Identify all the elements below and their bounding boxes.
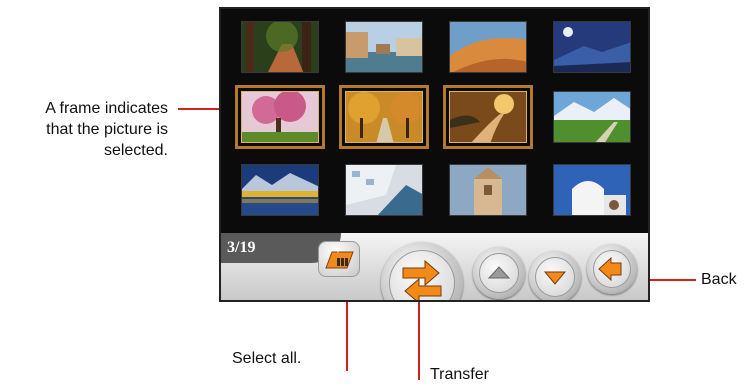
select-all-icon: + [325,246,354,269]
callout-frame-note: A frame indicates that the picture is se… [0,98,168,161]
thumbnail-mountain-valley[interactable] [553,91,631,143]
transfer-icon [402,259,442,300]
callout-frame-line-3: selected. [103,142,168,159]
up-arrow-icon [487,266,511,279]
thumbnail-forest-path[interactable] [241,21,319,73]
transfer-leader-line [418,294,420,380]
down-arrow-icon [543,271,567,285]
svg-text:+: + [335,246,341,257]
thumbnail-autumn-avenue[interactable] [339,85,429,149]
thumbnail-venice-canal[interactable] [345,21,423,73]
callout-transfer: Transfer [430,366,489,383]
thumbnail-white-chapel[interactable] [553,164,631,216]
thumbnail-country-road[interactable] [443,85,533,149]
callout-select-all: Select all. [232,350,302,367]
back-arrow-icon [598,256,622,282]
page-up-button[interactable] [473,247,525,299]
select-all-button[interactable]: + [318,241,360,277]
callout-back: Back [701,271,737,288]
thumbnail-coastal-town[interactable] [345,164,423,216]
back-button[interactable] [587,244,637,294]
device-screen: 3/19 + [219,7,650,302]
thumbnail-lake-mountains[interactable] [241,164,319,216]
thumbnail-desert-dunes[interactable] [449,21,527,73]
transfer-button[interactable] [381,242,463,300]
page-down-button[interactable] [529,251,581,300]
thumbnail-grid [221,9,648,233]
thumbnail-mountain-moon[interactable] [553,21,631,73]
callout-frame-line-1: A frame indicates [45,100,168,117]
thumbnail-cherry-blossom-tree[interactable] [235,85,325,149]
thumbnail-bell-tower-church[interactable] [449,164,527,216]
callout-frame-line-2: that the picture is [46,121,168,138]
